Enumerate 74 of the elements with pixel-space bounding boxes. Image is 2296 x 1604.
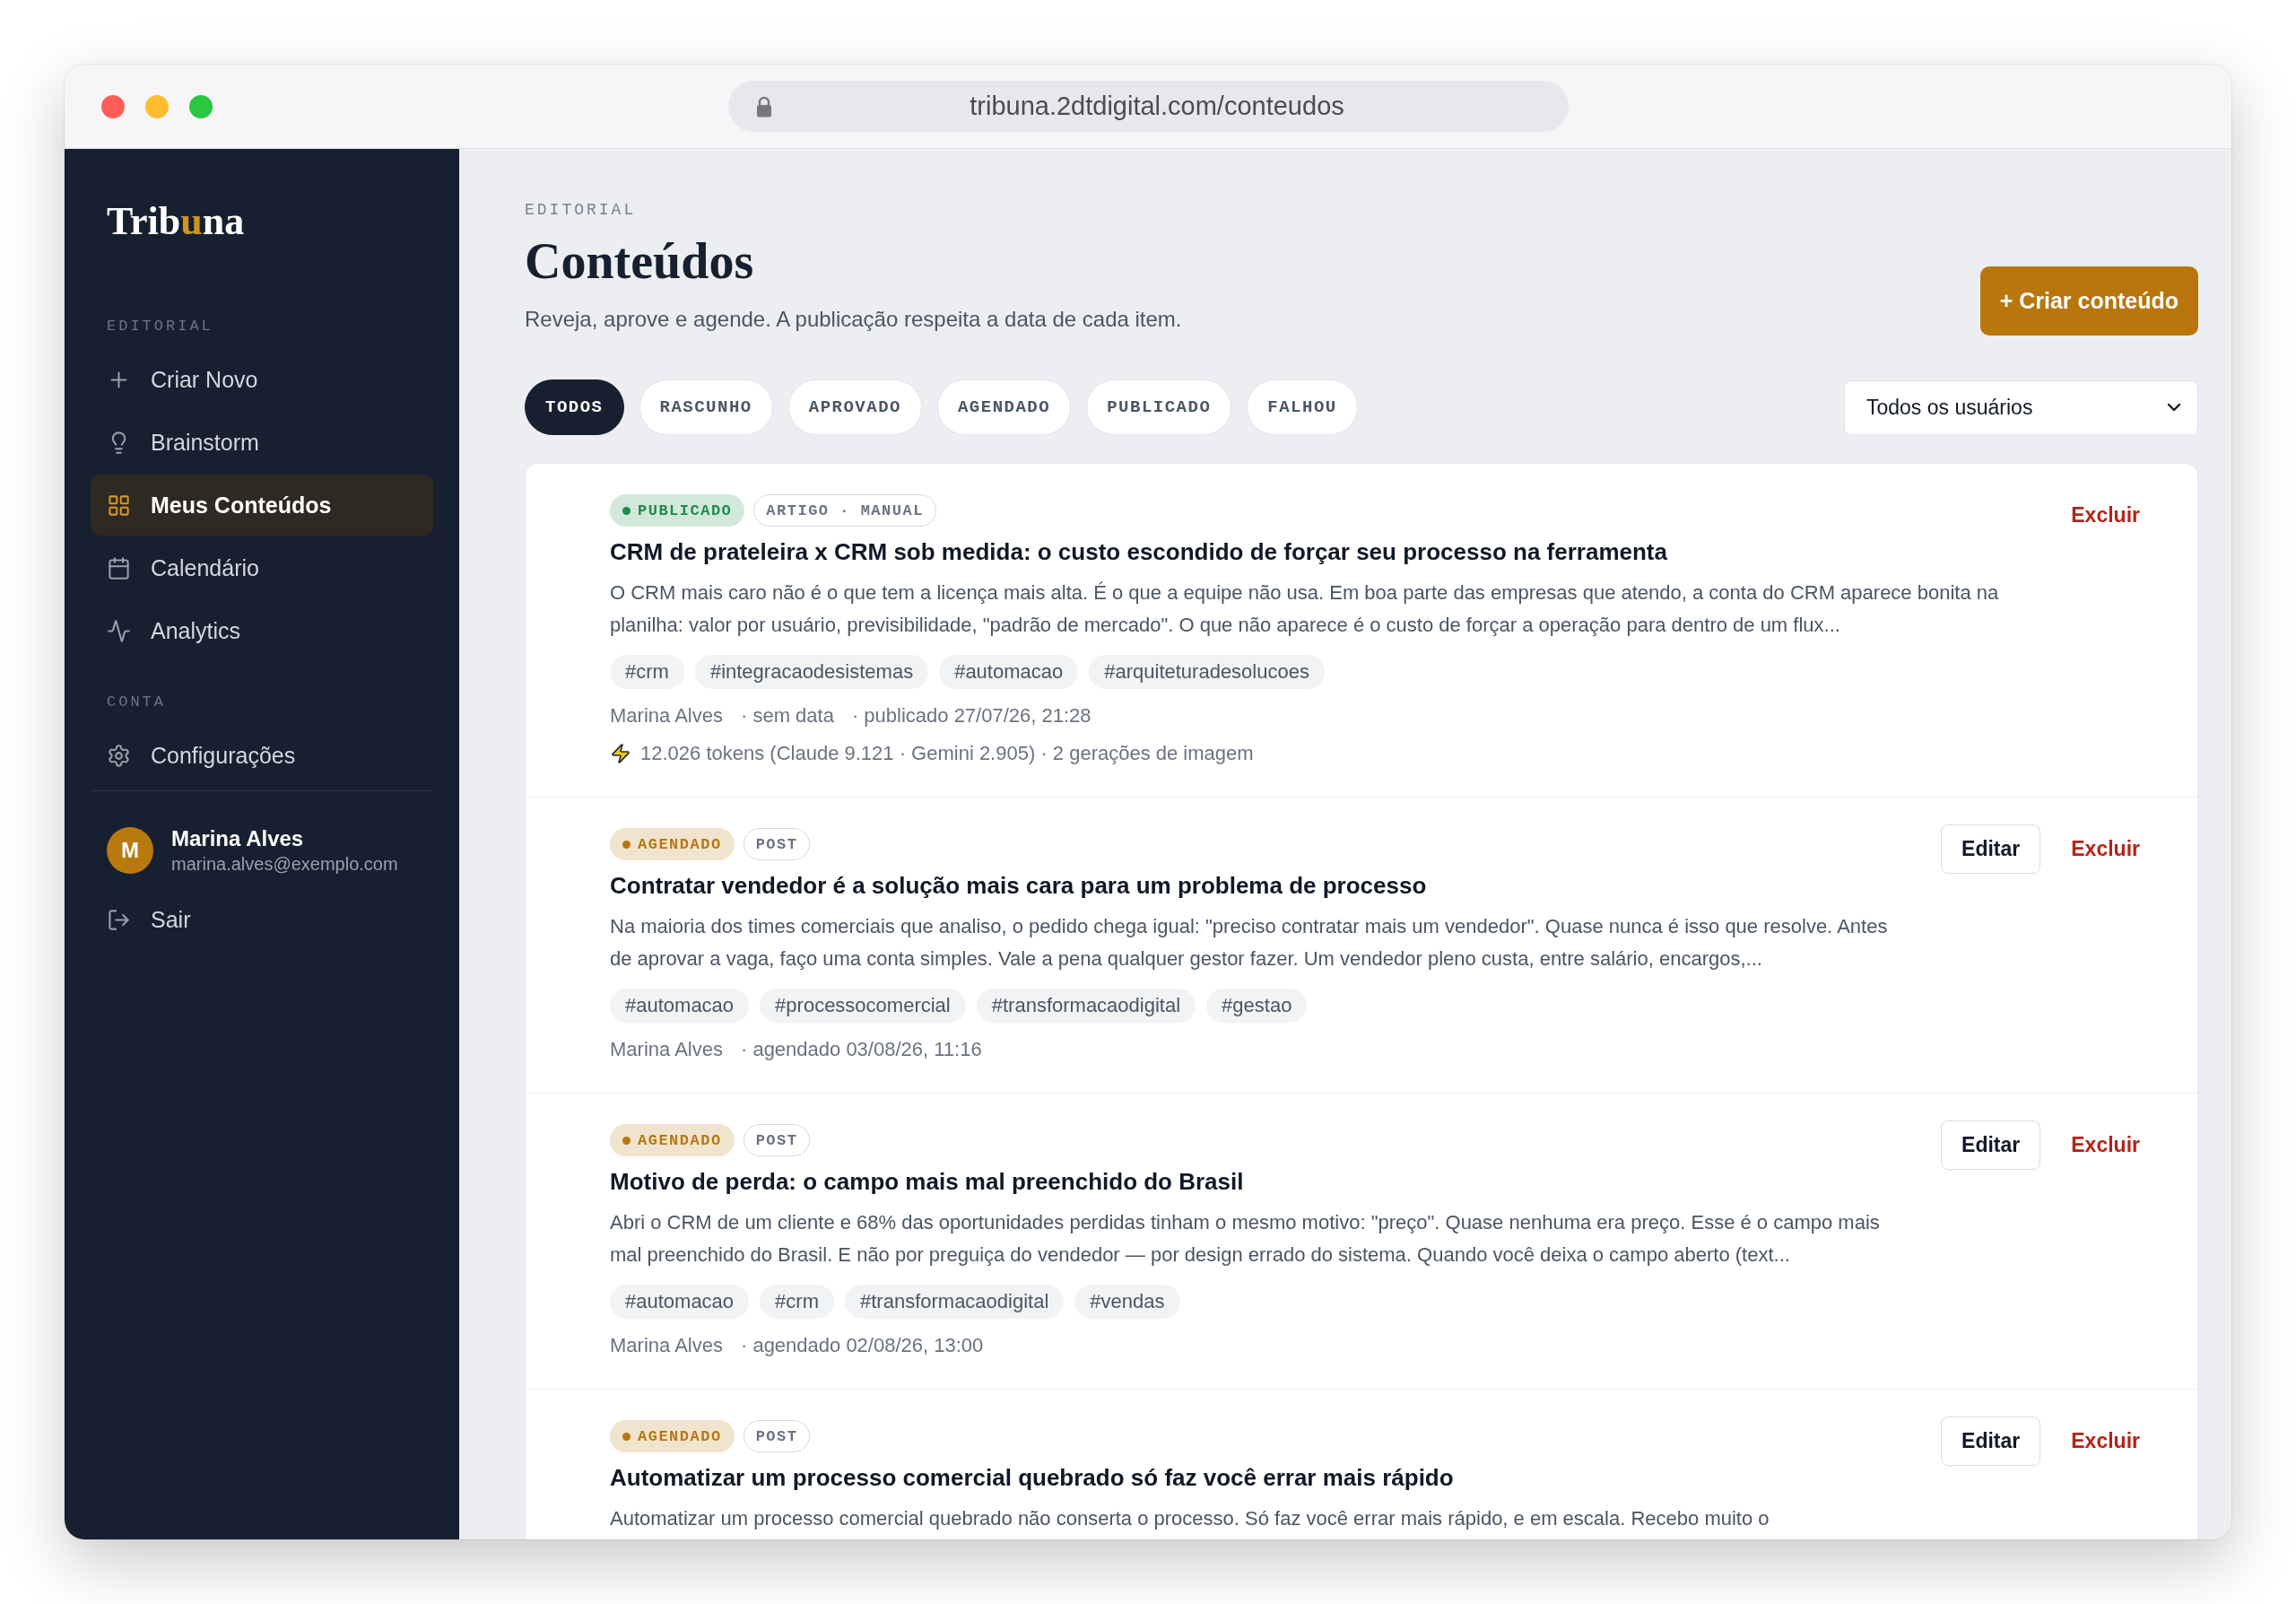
- hashtag-chip: #transformacaodigital: [845, 1285, 1065, 1319]
- author-name: Marina Alves: [610, 1333, 723, 1358]
- filter-tab[interactable]: AGENDADO: [936, 379, 1072, 435]
- section-label: CONTA: [107, 693, 166, 712]
- nav-item[interactable]: Analytics: [91, 600, 433, 661]
- hashtag-chip: #automacao: [610, 1285, 750, 1319]
- filter-tab[interactable]: RASCUNHO: [639, 379, 773, 435]
- section-label: EDITORIAL: [107, 317, 213, 336]
- author-name: Marina Alves: [610, 1037, 723, 1062]
- page-title: Conteúdos: [525, 232, 754, 290]
- content-excerpt: Na maioria dos times comerciais que analiso, o pedido chega igual: "preciso contratar mais um vendedor". Quase nunca é isso que resolve. Antes de aprovar a vaga, faço uma conta simples. Vale a pena qualquer gestor fazer. Um vendedor pleno custa, entre salário, encargos,...: [610, 914, 1889, 972]
- content-title: Automatizar um processo comercial quebrado só faz você errar mais rápido: [610, 1463, 1454, 1493]
- nav-item[interactable]: Brainstorm: [91, 412, 433, 473]
- date-text: · sem data: [740, 703, 834, 728]
- minimize-window-button[interactable]: [145, 94, 169, 118]
- lock-icon: [754, 95, 773, 118]
- logout-icon: [107, 907, 131, 932]
- create-content-button[interactable]: + Criar conteúdo: [1979, 266, 2198, 336]
- status-label: AGENDADO: [638, 835, 722, 853]
- filter-tab[interactable]: TODOS: [525, 379, 624, 435]
- edit-button[interactable]: Editar: [1941, 824, 2041, 874]
- date-text: · agendado 02/08/26, 13:00: [740, 1333, 984, 1358]
- delete-button[interactable]: Excluir: [2071, 1120, 2140, 1170]
- delete-button[interactable]: Excluir: [2071, 491, 2140, 540]
- calendar-icon: [107, 555, 131, 580]
- filter-tab[interactable]: PUBLICADO: [1086, 379, 1232, 435]
- hashtag-chip: #vendas: [1074, 1285, 1180, 1319]
- date-text: · publicado 27/07/26, 21:28: [851, 703, 1091, 728]
- content-excerpt: O CRM mais caro não é o que tem a licença mais alta. É o que a equipe não usa. Em boa parte das empresas que atendo, a conta do CRM aparece bonita na planilha: valor por usuário, previsibilidade, "padrão de mercado". O que não aparece é o custo de forçar a operação para dentro de um flux...: [610, 580, 2000, 638]
- hashtag-chip: #crm: [760, 1285, 834, 1319]
- status-label: AGENDADO: [638, 1427, 722, 1445]
- filter-tab[interactable]: FALHOU: [1247, 379, 1358, 435]
- page-subtitle: Reveja, aprove e agende. A publicação respeita a data de cada item.: [525, 306, 1182, 333]
- section-eyebrow: EDITORIAL: [525, 200, 637, 220]
- content-title: CRM de prateleira x CRM sob medida: o custo escondido de forçar seu processo na ferramenta: [610, 537, 1667, 567]
- hashtag-chip: #automacao: [939, 655, 1079, 689]
- maximize-window-button[interactable]: [189, 94, 213, 118]
- close-window-button[interactable]: [101, 94, 125, 118]
- avatar-circle: M: [107, 827, 153, 874]
- hashtag-chip: #gestao: [1206, 989, 1308, 1023]
- filter-tab[interactable]: APROVADO: [787, 379, 922, 435]
- status-label: AGENDADO: [638, 1131, 722, 1149]
- delete-button[interactable]: Excluir: [2071, 1417, 2140, 1466]
- pulse-icon: [107, 618, 131, 643]
- nav-item[interactable]: Criar Novo: [91, 349, 433, 410]
- user-name: Marina Alves: [171, 825, 305, 852]
- hashtag-chip: #arquiteturadesolucoes: [1089, 655, 1325, 689]
- delete-button[interactable]: Excluir: [2071, 824, 2140, 874]
- author-name: Marina Alves: [610, 703, 723, 728]
- nav-item[interactable]: Meus Conteúdos: [91, 475, 433, 536]
- settings-icon: [107, 743, 131, 768]
- user-email: marina.alves@exemplo.com: [171, 853, 398, 876]
- date-text: · agendado 03/08/26, 11:16: [740, 1037, 982, 1062]
- user-filter-select[interactable]: Todos os usuários: [1844, 379, 2198, 435]
- content-title: Motivo de perda: o campo mais mal preenchido do Brasil: [610, 1167, 1244, 1197]
- address-bar[interactable]: tribuna.2dtdigital.com/conteudos: [727, 81, 1569, 132]
- hashtag-chip: #integracaodesistemas: [694, 655, 929, 689]
- edit-button[interactable]: Editar: [1941, 1417, 2041, 1466]
- hashtag-chip: #processocomercial: [760, 989, 966, 1023]
- logout-button[interactable]: Sair: [91, 889, 433, 950]
- grid-icon: [107, 493, 131, 518]
- edit-button[interactable]: Editar: [1941, 1120, 2041, 1170]
- nav-item[interactable]: Calendário: [91, 537, 433, 598]
- nav-item[interactable]: Configurações: [91, 725, 433, 786]
- hashtag-chip: #automacao: [610, 989, 750, 1023]
- hashtag-chip: #crm: [610, 655, 684, 689]
- logo-wordmark: Tribuna: [107, 199, 245, 244]
- content-title: Contratar vendedor é a solução mais cara para um problema de processo: [610, 871, 1427, 901]
- content-excerpt: Abri o CRM de um cliente e 68% das oportunidades perdidas tinham o mesmo motivo: "preço". Quase nenhuma era preço. Esse é o campo mais mal preenchido do Brasil. E não por preguiça do vendedor — por design errado do sistema. Quando você deixa o campo aberto (text...: [610, 1210, 1881, 1268]
- hashtag-chip: #transformacaodigital: [976, 989, 1196, 1023]
- lightning-icon: [610, 743, 631, 764]
- content-excerpt: Automatizar um processo comercial quebrado não conserta o processo. Só faz você errar mais rápido, e em escala. Recebo muito o: [610, 1506, 1770, 1531]
- usage-text: 12.026 tokens (Claude 9.121 · Gemini 2.905) · 2 gerações de imagem: [640, 741, 1254, 766]
- status-label: PUBLICADO: [638, 501, 733, 519]
